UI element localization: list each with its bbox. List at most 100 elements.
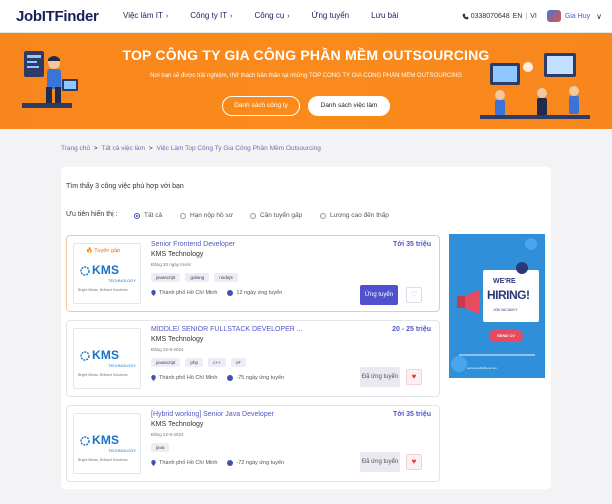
skill-tag[interactable]: golang <box>185 273 210 282</box>
job-deadline: -72 ngày ứng tuyển <box>236 460 285 466</box>
user-name[interactable]: Gia Huy <box>565 13 590 20</box>
main-nav: Việc làm IT › Công ty IT › Công cụ › Ứng tu… <box>123 11 420 20</box>
posted-date: Đăng 22-9-2024 <box>151 432 184 437</box>
nav-luu-bai[interactable]: Lưu bài <box>371 11 398 20</box>
company-logo[interactable]: KMS TECHNOLOGY Bright Minds, Brilliant S… <box>73 413 141 474</box>
skill-tag[interactable]: javascript <box>151 273 181 282</box>
heart-filled-icon[interactable]: ♥ <box>406 369 422 385</box>
job-location: Thành phố Hồ Chí Minh <box>159 375 218 381</box>
job-salary: 20 - 25 triệu <box>392 326 431 333</box>
nav-item-label: Công ty IT <box>190 11 228 20</box>
lang-vi[interactable]: VI <box>530 13 537 20</box>
kms-logo-icon <box>80 266 90 276</box>
lang-en[interactable]: EN <box>513 13 523 20</box>
radio-icon <box>320 212 326 219</box>
banner-cta: SEND CV <box>497 333 515 338</box>
chevron-right-icon: › <box>165 13 169 20</box>
skill-tag[interactable]: php <box>185 358 204 367</box>
posted-date: Đăng 20 ngày trước <box>151 262 192 267</box>
job-title[interactable]: [Hybrid working] Senior Java Developer <box>151 411 274 418</box>
company-logo[interactable]: KMS TECHNOLOGY Bright Minds, Brilliant S… <box>73 328 141 389</box>
divider: | <box>525 12 528 20</box>
skill-tag[interactable]: java <box>151 443 170 452</box>
kms-logo-icon <box>80 351 90 361</box>
clock-icon <box>227 290 234 296</box>
skill-tag[interactable]: nodejs <box>214 273 238 282</box>
banner-line3: JOB VACANCY <box>493 308 518 312</box>
nav-item-label: Ứng tuyển <box>311 11 350 20</box>
breadcrumb-current: Việc Làm Top Công Ty Gia Công Phần Mềm O… <box>156 145 321 152</box>
job-salary: Tới 35 triệu <box>392 411 431 418</box>
heart-outline-icon[interactable]: ♡ <box>406 287 422 303</box>
sort-option-salary[interactable]: Lương cao đến thấp <box>320 212 389 219</box>
applied-button[interactable]: Đã ứng tuyển <box>360 452 400 472</box>
location-pin-icon <box>151 375 156 381</box>
company-name[interactable]: KMS Technology <box>151 336 203 343</box>
location-pin-icon <box>151 460 156 466</box>
hero-banner: TOP CÔNG TY GIA CÔNG PHẦN MỀM OUTSOURCIN… <box>0 33 612 129</box>
nav-cong-ty-it[interactable]: Công ty IT › <box>190 11 232 20</box>
job-meta: Thành phố Hồ Chí Minh -75 ngày ứng tuyển <box>151 375 284 381</box>
site-logo[interactable]: JobITFinder <box>16 8 99 25</box>
chevron-down-icon[interactable]: ∨ <box>596 12 602 21</box>
nav-viec-lam-it[interactable]: Việc làm IT › <box>123 11 168 20</box>
posted-date: Đăng 22-9-2024 <box>151 347 184 352</box>
banner-line2: HIRING! <box>487 288 530 302</box>
breadcrumb-separator: > <box>93 145 98 152</box>
skill-tag[interactable]: c# <box>230 358 246 367</box>
job-meta: Thành phố Hồ Chí Minh -72 ngày ứng tuyển <box>151 460 284 466</box>
nav-item-label: Công cụ <box>254 11 285 20</box>
job-card[interactable]: KMS TECHNOLOGY Bright Minds, Brilliant S… <box>66 320 440 397</box>
company-logo-sub: TECHNOLOGY <box>108 363 137 368</box>
chevron-right-icon: › <box>287 13 290 20</box>
company-logo-tagline: Bright Minds, Brilliant Solutions <box>78 458 128 462</box>
hiring-ad-banner[interactable]: WE'RE HIRING! JOB VACANCY SEND CV www.yo… <box>449 234 545 378</box>
skill-tags: javascript php c++ c# <box>151 358 246 367</box>
sort-option-urgent[interactable]: Cần tuyển gấp <box>250 212 302 219</box>
breadcrumb: Trang chủ > Tất cả việc làm > Việc Làm T… <box>61 145 321 152</box>
location-pin-icon <box>151 290 156 296</box>
job-card[interactable]: KMS TECHNOLOGY Bright Minds, Brilliant S… <box>66 405 440 482</box>
company-logo-sub: TECHNOLOGY <box>108 448 137 453</box>
company-logo-tagline: Bright Minds, Brilliant Solutions <box>78 373 128 377</box>
kms-logo-icon <box>80 436 90 446</box>
job-location: Thành phố Hồ Chí Minh <box>159 290 218 296</box>
skill-tags: java <box>151 443 170 452</box>
clock-icon <box>227 375 234 381</box>
avatar[interactable] <box>546 10 561 22</box>
results-count: Tìm thấy 3 công việc phù hợp với bạn <box>66 183 184 190</box>
company-list-button[interactable]: Danh sách công ty <box>222 96 300 116</box>
company-logo-wordmark: KMS <box>92 263 120 277</box>
company-name[interactable]: KMS Technology <box>151 251 203 258</box>
company-name[interactable]: KMS Technology <box>151 421 203 428</box>
phone-icon <box>462 13 469 19</box>
job-deadline: -75 ngày ứng tuyển <box>236 375 285 381</box>
top-navbar: JobITFinder Việc làm IT › Công ty IT › Côn… <box>0 0 612 33</box>
job-location: Thành phố Hồ Chí Minh <box>159 460 218 466</box>
skill-tag[interactable]: javascript <box>151 358 181 367</box>
sort-option-all[interactable]: Tất cả <box>134 212 162 219</box>
job-title[interactable]: Senior Frontend Developer <box>151 241 235 248</box>
banner-footer: www.yourlinkhere.com <box>467 366 498 370</box>
skill-tag[interactable]: c++ <box>208 358 226 367</box>
nav-cong-cu[interactable]: Công cụ › <box>254 11 289 20</box>
applied-button[interactable]: Đã ứng tuyển <box>360 367 400 387</box>
nav-item-label: Việc làm IT <box>123 11 163 20</box>
sort-option-deadline[interactable]: Hạn nộp hồ sơ <box>180 212 233 219</box>
clock-icon <box>227 460 234 466</box>
company-logo-sub: TECHNOLOGY <box>108 278 137 283</box>
job-card[interactable]: 🔥 Tuyển gấp KMS TECHNOLOGY Bright Minds,… <box>66 235 440 312</box>
apply-button[interactable]: Ứng tuyển <box>360 285 398 305</box>
urgent-badge: 🔥 Tuyển gấp <box>86 248 121 254</box>
job-title[interactable]: MIDDLE/ SENIOR FULLSTACK DEVELOPER ... <box>151 326 303 333</box>
radio-icon <box>250 212 256 219</box>
heart-filled-icon[interactable]: ♥ <box>406 454 422 470</box>
company-logo-tagline: Bright Minds, Brilliant Solutions <box>78 288 128 292</box>
breadcrumb-all-jobs[interactable]: Tất cả việc làm <box>101 145 145 152</box>
job-list-button[interactable]: Danh sách việc làm <box>308 96 390 116</box>
breadcrumb-home[interactable]: Trang chủ <box>61 145 90 152</box>
company-logo[interactable]: 🔥 Tuyển gấp KMS TECHNOLOGY Bright Minds,… <box>73 243 141 304</box>
nav-ung-tuyen[interactable]: Ứng tuyển <box>312 11 350 20</box>
radio-selected-icon <box>134 212 140 219</box>
job-deadline: 12 ngày ứng tuyển <box>236 290 283 296</box>
